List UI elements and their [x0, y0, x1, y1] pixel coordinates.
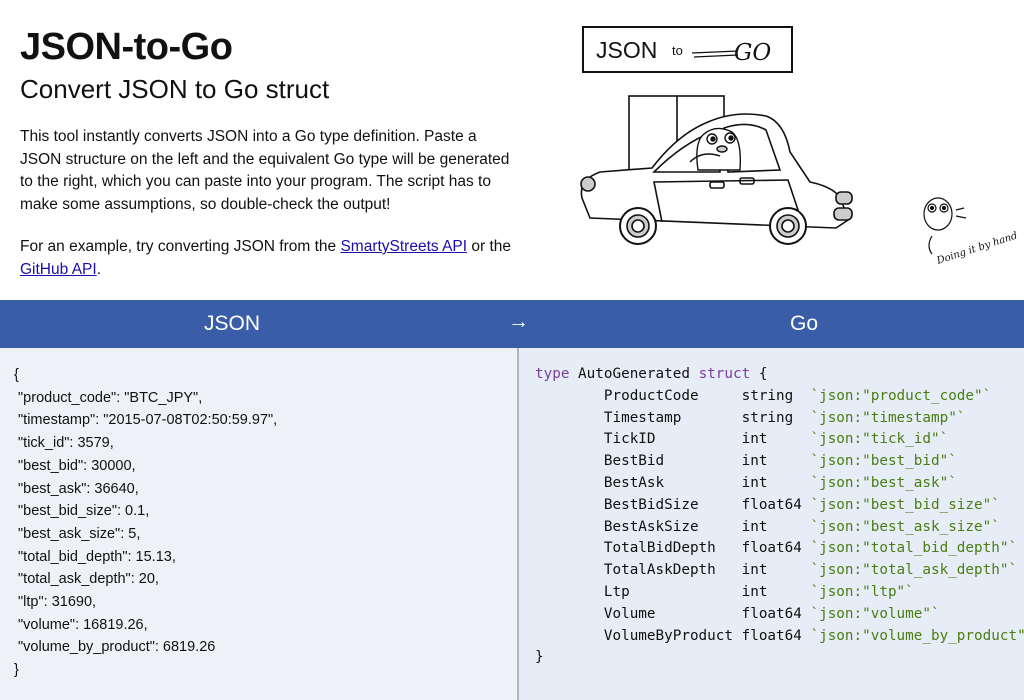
go-field-name: BestAskSize: [603, 518, 699, 535]
go-field-type: int: [741, 583, 768, 600]
go-field-line: ProductCode string `json:"product_code"`: [535, 388, 991, 404]
json-to-go-logo: JSON to GO: [582, 26, 793, 73]
go-field-tag: `json:"total_ask_depth"`: [810, 562, 1018, 579]
go-field-name: BestAsk: [603, 474, 665, 491]
go-field-tag: `json:"product_code"`: [810, 387, 992, 404]
go-field-type: float64: [741, 627, 802, 644]
go-field-type: float64: [741, 496, 802, 513]
logo-json-text: JSON: [596, 37, 657, 63]
go-field-type: string: [741, 409, 794, 426]
go-field-name: Ltp: [603, 583, 630, 600]
toolbar: JSON → Go: [0, 300, 1024, 348]
go-struct-fields: ProductCode string `json:"product_code"`…: [535, 388, 1024, 644]
logo-to-text: to: [672, 43, 683, 58]
go-field-line: Timestamp string `json:"timestamp"`: [535, 409, 966, 426]
go-field-tag: `json:"tick_id"`: [810, 431, 949, 448]
go-field-name: BestBidSize: [603, 496, 699, 513]
json-pane-label: JSON: [204, 312, 261, 335]
go-field-tag: `json:"best_ask"`: [810, 474, 957, 491]
go-field-name: BestBid: [603, 453, 665, 470]
page-subtitle: Convert JSON to Go struct: [20, 74, 330, 104]
go-field-name: Volume: [603, 605, 656, 622]
go-field-type: int: [741, 562, 768, 579]
go-field-type: float64: [741, 540, 802, 557]
go-field-type: float64: [741, 605, 802, 622]
page-title: JSON-to-Go: [20, 26, 233, 68]
go-field-tag: `json:"volume"`: [810, 605, 940, 622]
go-field-tag: `json:"timestamp"`: [810, 409, 966, 426]
example-text: For an example, try converting JSON from…: [20, 238, 512, 278]
go-field-line: BestBid int `json:"best_bid"`: [535, 453, 957, 469]
gopher-mascot-icon: [923, 197, 967, 255]
smartystreets-api-link[interactable]: SmartyStreets API: [340, 238, 467, 255]
go-field-line: VolumeByProduct float64 `json:"volume_by…: [535, 628, 1024, 644]
go-field-line: TotalBidDepth float64 `json:"total_bid_d…: [535, 540, 1017, 556]
go-field-type: int: [741, 453, 768, 470]
go-field-line: BestAskSize int `json:"best_ask_size"`: [535, 519, 1000, 535]
go-field-tag: `json:"volume_by_product"`: [810, 627, 1024, 644]
go-field-line: TotalAskDepth int `json:"total_ask_depth…: [535, 562, 1017, 578]
go-field-line: Volume float64 `json:"volume"`: [535, 606, 940, 622]
go-field-name: TickID: [603, 431, 656, 448]
go-field-type: string: [741, 387, 794, 404]
arrow-icon: →: [508, 310, 529, 333]
go-field-tag: `json:"total_bid_depth"`: [810, 540, 1018, 557]
logo-go-text: GO: [734, 40, 771, 66]
go-output-pane[interactable]: type AutoGenerated struct { ProductCode …: [519, 348, 1024, 700]
go-pane-label: Go: [790, 312, 819, 335]
go-field-type: int: [741, 518, 768, 535]
go-field-tag: `json:"best_bid_size"`: [810, 496, 1000, 513]
description: This tool instantly converts JSON into a…: [20, 126, 520, 301]
go-output[interactable]: type AutoGenerated struct { ProductCode …: [535, 364, 1024, 669]
go-field-name: ProductCode: [603, 387, 699, 404]
go-field-name: VolumeByProduct: [603, 627, 733, 644]
go-field-tag: `json:"best_ask_size"`: [810, 518, 1000, 535]
github-api-link[interactable]: GitHub API: [20, 261, 97, 278]
go-field-line: Ltp int `json:"ltp"`: [535, 584, 914, 600]
go-field-line: TickID int `json:"tick_id"`: [535, 431, 948, 447]
json-input[interactable]: { "product_code": "BTC_JPY", "timestamp"…: [14, 364, 277, 682]
header: JSON-to-Go Convert JSON to Go struct Thi…: [0, 0, 1024, 300]
gopher-car-illustration: JSON to GO Doing it by hand: [580, 26, 1019, 267]
gopher-caption: Doing it by hand: [935, 230, 1019, 267]
go-field-tag: `json:"best_bid"`: [810, 453, 957, 470]
go-field-name: Timestamp: [603, 409, 682, 426]
json-input-pane[interactable]: { "product_code": "BTC_JPY", "timestamp"…: [0, 348, 517, 700]
go-field-type: int: [741, 474, 768, 491]
go-field-line: BestAsk int `json:"best_ask"`: [535, 475, 957, 491]
go-field-line: BestBidSize float64 `json:"best_bid_size…: [535, 497, 1000, 513]
go-field-name: TotalAskDepth: [603, 562, 716, 579]
description-text: This tool instantly converts JSON into a…: [20, 128, 510, 213]
go-field-name: TotalBidDepth: [603, 540, 716, 557]
go-field-tag: `json:"ltp"`: [810, 583, 914, 600]
go-field-type: int: [741, 431, 768, 448]
